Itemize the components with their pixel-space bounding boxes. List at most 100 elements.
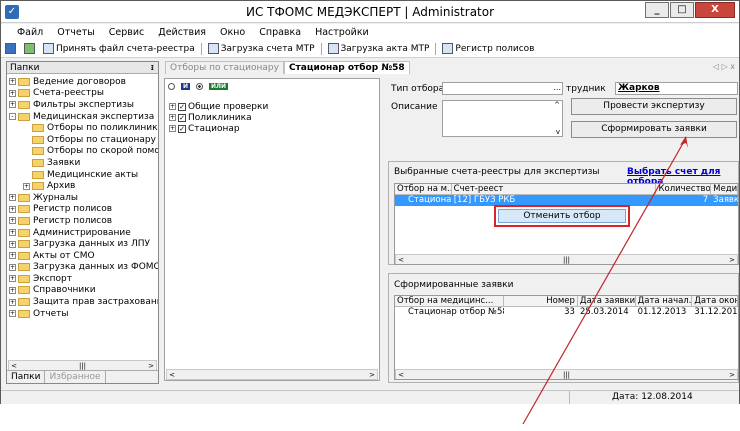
expand-icon[interactable]: + <box>9 205 16 213</box>
sidebar-item[interactable]: Отборы по стационару <box>9 134 158 146</box>
scroll-left-icon[interactable]: < <box>396 256 406 264</box>
sidebar-item[interactable]: + Защита прав застрахованных <box>9 296 158 308</box>
col-header[interactable]: Медицинс <box>711 184 738 194</box>
scroll-left-icon[interactable]: < <box>396 371 406 379</box>
description-field[interactable]: ^ v <box>442 100 563 137</box>
expand-icon[interactable]: + <box>9 217 16 225</box>
expand-icon[interactable]: + <box>9 89 16 97</box>
expert-field[interactable]: Жарков <box>615 82 738 95</box>
sidebar-item[interactable]: + Фильтры экспертизы <box>9 99 158 111</box>
expand-icon[interactable]: + <box>9 240 16 248</box>
sidebar-item[interactable]: + Архив <box>9 180 158 192</box>
col-header[interactable]: Количество <box>656 184 712 194</box>
sidebar-item[interactable]: + Загрузка данных из ФОМС <box>9 262 158 274</box>
load-mtr-invoice-button[interactable]: Загрузка счета МТР <box>207 43 315 54</box>
cancel-selection-menu-item[interactable]: Отменить отбор <box>498 209 626 223</box>
expand-icon[interactable]: + <box>9 78 16 86</box>
scroll-left-icon[interactable]: < <box>9 362 19 370</box>
checkbox[interactable]: ✓ <box>178 113 186 122</box>
criteria-item[interactable]: + ✓ Стационар <box>169 123 268 134</box>
sidebar-item[interactable]: Заявки <box>9 157 158 169</box>
menu-file[interactable]: Файл <box>17 27 43 38</box>
sidebar-item[interactable]: Отборы по поликлинике <box>9 122 158 134</box>
expand-icon[interactable]: + <box>9 101 16 109</box>
scroll-grip-icon[interactable]: ||| <box>562 371 572 379</box>
accept-invoice-button[interactable]: Принять файл счета-реестра <box>43 43 195 54</box>
checkbox[interactable]: ✓ <box>178 102 186 111</box>
make-requests-button[interactable]: Сформировать заявки <box>571 121 737 138</box>
tab-folders[interactable]: Папки <box>7 371 46 383</box>
maximize-button[interactable]: □ <box>670 2 694 18</box>
sidebar-item[interactable]: + Регистр полисов <box>9 204 158 216</box>
sidebar-item[interactable]: Отборы по скорой помощи <box>9 146 158 158</box>
sidebar-item[interactable]: + Регистр полисов <box>9 215 158 227</box>
menu-settings[interactable]: Настройки <box>315 27 369 38</box>
sidebar-item[interactable]: + Ведение договоров <box>9 76 158 88</box>
close-button[interactable]: X <box>695 2 735 18</box>
expand-icon[interactable]: + <box>169 125 176 132</box>
sidebar-item[interactable]: + Экспорт <box>9 273 158 285</box>
selection-type-field[interactable]: ... <box>442 82 563 95</box>
expand-icon[interactable]: - <box>9 113 16 121</box>
sidebar-item[interactable]: + Отчеты <box>9 308 158 320</box>
radio-and[interactable] <box>168 83 175 90</box>
browse-button[interactable]: ... <box>553 83 561 92</box>
table-row[interactable]: Стационар отбор №58 33 25.03.2014 01.12.… <box>395 307 738 318</box>
load-mtr-act-button[interactable]: Загрузка акта МТР <box>327 43 429 54</box>
sidebar-item[interactable]: + Счета-реестры <box>9 88 158 100</box>
tab-hospital-selection-58[interactable]: Стационар отбор №58 <box>283 61 410 74</box>
expand-icon[interactable]: + <box>9 275 16 283</box>
pin-icon[interactable]: ᵻ <box>151 62 154 74</box>
sidebar-item[interactable]: + Журналы <box>9 192 158 204</box>
refresh-icon[interactable] <box>24 43 35 54</box>
sidebar-item[interactable]: + Справочники <box>9 285 158 297</box>
scroll-right-icon[interactable]: > <box>727 256 737 264</box>
sidebar-item[interactable]: - Медицинская экспертиза <box>9 111 158 123</box>
horizontal-scrollbar[interactable]: < ||| > <box>395 254 738 264</box>
save-icon[interactable] <box>5 43 16 54</box>
scroll-left-icon[interactable]: < <box>167 371 177 379</box>
tab-favorites[interactable]: Избранное <box>45 371 106 383</box>
menu-actions[interactable]: Действия <box>158 27 206 38</box>
scroll-right-icon[interactable]: > <box>367 371 377 379</box>
expand-icon[interactable]: + <box>9 298 16 306</box>
horizontal-scrollbar[interactable]: < > <box>166 369 378 380</box>
col-header[interactable]: Дата оконч <box>692 296 738 306</box>
menu-reports[interactable]: Отчеты <box>57 27 95 38</box>
expand-icon[interactable]: + <box>9 310 16 318</box>
scroll-right-icon[interactable]: > <box>146 362 156 370</box>
scroll-up-icon[interactable]: ^ <box>554 101 560 109</box>
expand-icon[interactable]: + <box>9 229 16 237</box>
expand-icon[interactable]: + <box>23 182 30 190</box>
scroll-right-icon[interactable]: > <box>727 371 737 379</box>
minimize-button[interactable]: _ <box>645 2 669 18</box>
sidebar-item[interactable]: + Администрирование <box>9 227 158 239</box>
expand-icon[interactable]: + <box>9 194 16 202</box>
sidebar-item[interactable]: + Загрузка данных из ЛПУ <box>9 238 158 250</box>
col-header[interactable]: Номер <box>504 296 578 306</box>
criteria-item[interactable]: + ✓ Общие проверки <box>169 101 268 112</box>
tab-nav-icons[interactable]: ◁ ▷ x <box>713 62 735 71</box>
menu-help[interactable]: Справка <box>259 27 301 38</box>
run-expertise-button[interactable]: Провести экспертизу <box>571 98 737 115</box>
menu-window[interactable]: Окно <box>220 27 245 38</box>
sidebar-item[interactable]: + Акты от СМО <box>9 250 158 262</box>
col-header[interactable]: Дата начал... <box>636 296 693 306</box>
horizontal-scrollbar[interactable]: < ||| > <box>395 369 738 379</box>
sidebar-item[interactable]: Медицинские акты <box>9 169 158 181</box>
checkbox[interactable]: ✓ <box>178 124 186 133</box>
col-header[interactable]: Счет-реест <box>452 184 657 194</box>
expand-icon[interactable]: + <box>9 263 16 271</box>
expand-icon[interactable]: + <box>169 114 176 121</box>
col-header[interactable]: Отбор на медицинс... <box>395 296 505 306</box>
expand-icon[interactable]: + <box>9 252 16 260</box>
expand-icon[interactable]: + <box>9 286 16 294</box>
col-header[interactable]: Отбор на м... <box>395 184 452 194</box>
scroll-down-icon[interactable]: v <box>556 128 560 136</box>
col-header[interactable]: Дата заявки <box>578 296 636 306</box>
tab-hospital-selections[interactable]: Отборы по стационару <box>165 61 284 74</box>
menu-service[interactable]: Сервис <box>109 27 145 38</box>
scroll-grip-icon[interactable]: ||| <box>562 256 572 264</box>
criteria-item[interactable]: + ✓ Поликлиника <box>169 112 268 123</box>
policy-register-button[interactable]: Регистр полисов <box>442 43 534 54</box>
